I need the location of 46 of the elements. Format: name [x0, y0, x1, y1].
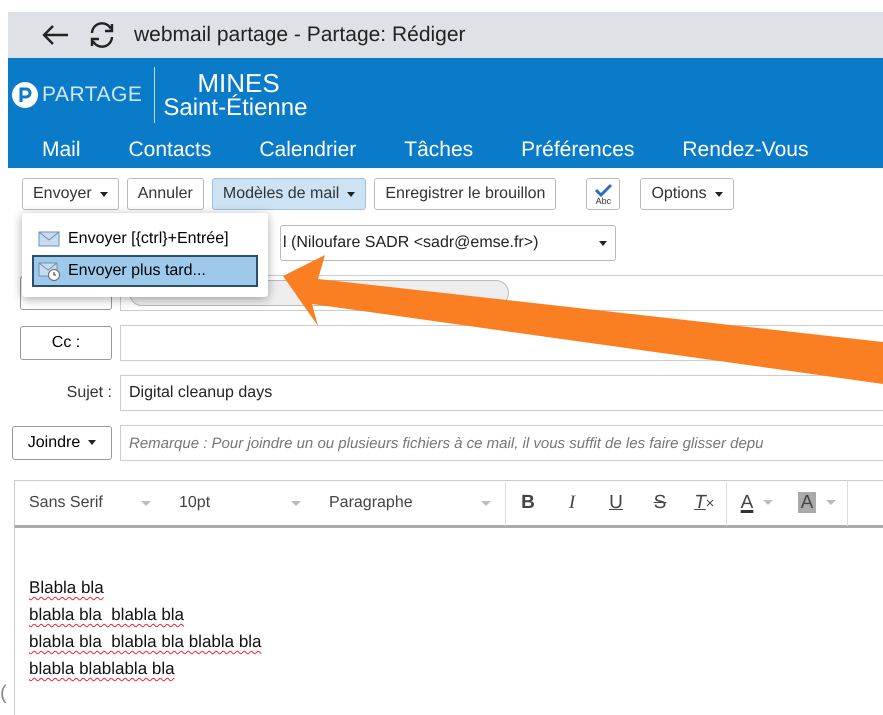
toolbar-button[interactable]: Options	[640, 178, 734, 210]
nav-tab[interactable]: Contacts	[128, 134, 212, 166]
back-icon[interactable]	[40, 23, 70, 47]
body-text-line: Blabla bla	[29, 577, 105, 599]
page-title: webmail partage - Partage: Rédiger	[134, 22, 466, 48]
format-select[interactable]: 10pt	[165, 491, 315, 515]
clear-format-button[interactable]: T	[682, 488, 726, 518]
subject-field[interactable]: Digital cleanup days	[120, 375, 883, 411]
body-text-line: blabla bla blabla bla blabla bla	[29, 631, 263, 653]
toolbar-button[interactable]: Enregistrer le brouillon	[374, 178, 556, 210]
body-text-line: blabla blablabla bla	[29, 658, 176, 680]
nav-tab[interactable]: Mail	[42, 134, 81, 166]
school-name: Saint-Étienne	[163, 96, 308, 120]
nav-tab[interactable]: Tâches	[404, 134, 474, 166]
cc-button[interactable]: Cc :	[20, 326, 112, 360]
sender-select[interactable]: l (Niloufare SADR <sadr@emse.fr>)	[280, 225, 616, 261]
body-text-line: blabla bla blabla bla	[29, 604, 186, 626]
menu-item[interactable]: Envoyer [{ctrl}+Entrée]	[32, 223, 258, 255]
format-select[interactable]: Paragraphe	[315, 491, 505, 515]
underline-button[interactable]: U	[594, 488, 638, 518]
brand-logo: PARTAGE	[42, 82, 142, 108]
toolbar-button[interactable]: Modèles de mail	[212, 178, 366, 210]
subject-label: Sujet :	[66, 383, 112, 403]
envelope-icon	[38, 229, 62, 249]
format-select[interactable]: Sans Serif	[15, 491, 165, 515]
toolbar-button[interactable]: Annuler	[126, 178, 204, 210]
attach-button[interactable]: Joindre	[12, 426, 112, 460]
italic-button[interactable]: I	[550, 488, 594, 518]
edge-mark: (	[0, 681, 7, 706]
caret-icon	[599, 240, 607, 246]
envelope-clock-icon	[38, 261, 62, 281]
spellcheck-button[interactable]: Abc	[586, 178, 620, 210]
text-color-button[interactable]: A	[727, 488, 787, 518]
menu-item[interactable]: Envoyer plus tard...	[32, 255, 258, 287]
attach-field[interactable]: Remarque : Pour joindre un ou plusieurs fichiers à ce mail, il vous suffit de les faire glisser depu	[120, 425, 883, 461]
strikethrough-button[interactable]: S	[638, 488, 682, 518]
toolbar-button[interactable]: Envoyer	[22, 178, 119, 210]
highlight-color-button[interactable]: A	[787, 488, 847, 518]
reload-icon[interactable]	[88, 21, 116, 49]
x-mark-icon	[706, 498, 714, 507]
check-icon	[593, 182, 614, 196]
bold-button[interactable]: B	[506, 488, 550, 518]
nav-tab[interactable]: Rendez-Vous	[682, 134, 808, 166]
nav-tab[interactable]: Calendrier	[259, 134, 356, 166]
nav-tab[interactable]: Préférences	[521, 134, 634, 166]
logo-icon	[12, 82, 38, 108]
